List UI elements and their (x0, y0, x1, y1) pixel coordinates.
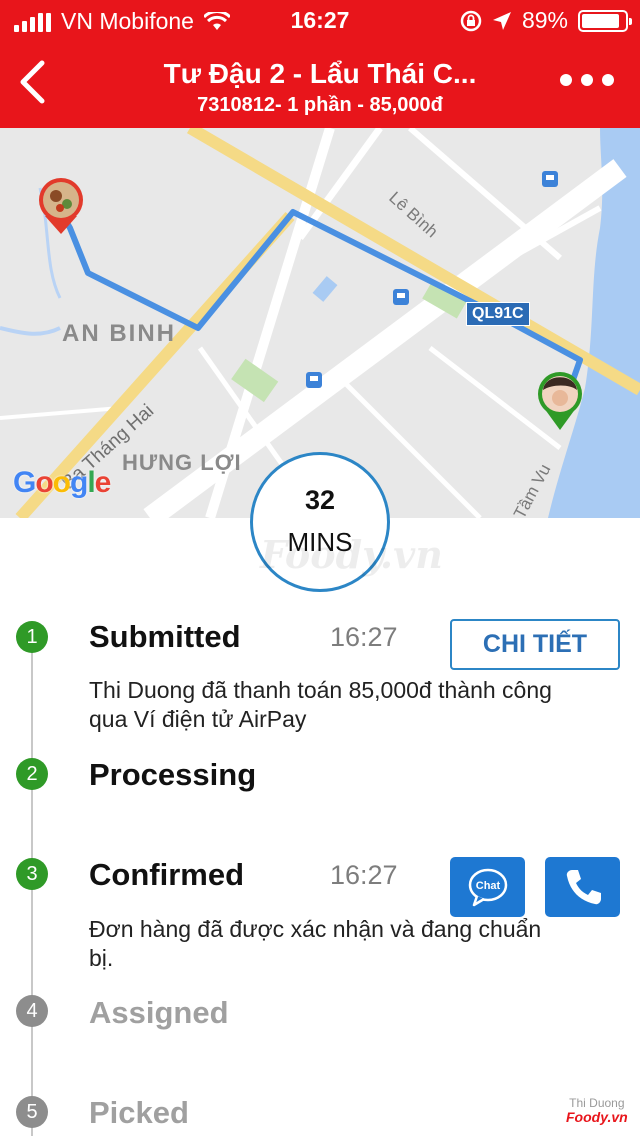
battery-icon (578, 9, 632, 32)
chat-icon: Chat (468, 868, 507, 907)
chat-label: Chat (475, 880, 500, 892)
corner-watermark: Thi Duong Foody.vn (566, 1096, 628, 1124)
location-icon (492, 11, 511, 30)
battery-fill (582, 13, 620, 28)
chat-button[interactable]: Chat (450, 857, 525, 917)
step-number-1: 1 (16, 621, 48, 653)
page-title: Tư Đậu 2 - Lẩu Thái C... (163, 58, 477, 89)
step-number-3: 3 (16, 858, 48, 890)
order-summary: 7310812- 1 phần - 85,000đ (197, 94, 443, 116)
foody-watermark: Foody.vn (260, 532, 443, 577)
map-label-an-binh: AN BINH (62, 320, 176, 347)
more-icon[interactable] (560, 74, 614, 86)
detail-button[interactable]: CHI TIẾT (450, 619, 620, 670)
step-number-4: 4 (16, 995, 48, 1027)
rotation-lock-icon (460, 10, 482, 31)
eta-minutes: 32 (304, 485, 336, 515)
step-time-submitted: 16:27 (330, 622, 398, 652)
header-bar: Tư Đậu 2 - Lẩu Thái C... 7310812- 1 phần… (0, 40, 640, 128)
map-label-hung-loi: HƯNG LỢI (122, 450, 242, 475)
corner-brand: Foody.vn (566, 1109, 628, 1125)
step-desc-confirmed: Đơn hàng đã được xác nhận và đang chuẩn … (89, 916, 542, 971)
step-number-2: 2 (16, 758, 48, 790)
call-button[interactable] (545, 857, 620, 917)
back-button[interactable] (10, 54, 54, 110)
step-title-assigned: Assigned (89, 995, 229, 1030)
status-right: 89% (460, 7, 632, 34)
battery-percent: 89% (521, 7, 568, 33)
step-title-picked: Picked (89, 1095, 189, 1130)
google-logo: Google (13, 466, 111, 499)
corner-user-name: Thi Duong (569, 1096, 625, 1110)
step-desc-submitted: Thi Duong đã thanh toán 85,000đ thành cô… (89, 677, 552, 732)
step-title-confirmed: Confirmed (89, 857, 244, 892)
phone-icon (566, 870, 601, 905)
road-badge: QL91C (466, 302, 530, 326)
step-time-confirmed: 16:27 (330, 860, 398, 890)
back-icon (20, 60, 45, 104)
status-bar: VN Mobifone 16:27 89% (0, 0, 640, 40)
step-number-5: 5 (16, 1096, 48, 1128)
step-title-processing: Processing (89, 757, 257, 792)
customer-pin-icon[interactable] (538, 372, 582, 430)
step-title-submitted: Submitted (89, 619, 241, 654)
